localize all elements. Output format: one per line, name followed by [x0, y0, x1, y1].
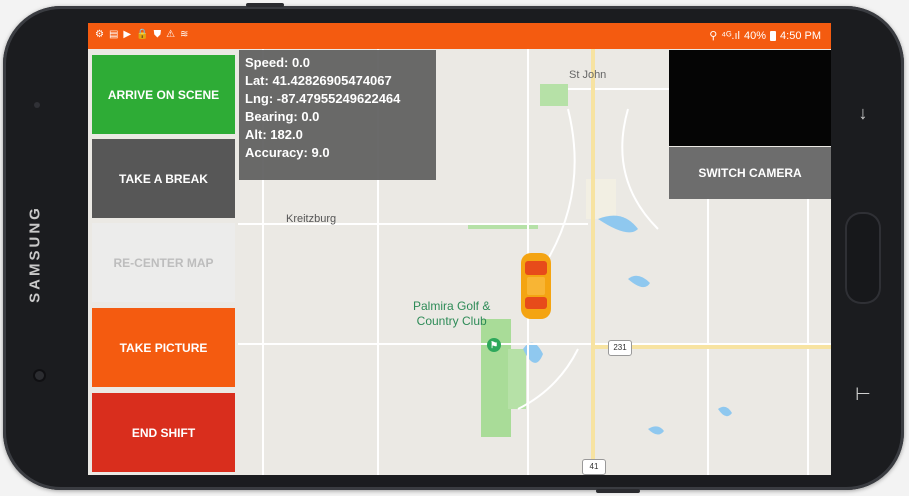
google-logo: Google	[246, 473, 298, 475]
notification-icons: ⚙ ▤ ▶ 🔒 ⛊ ⚠ ≋	[95, 29, 188, 41]
battery-icon	[770, 30, 777, 41]
take-picture-button[interactable]: TAKE PICTURE	[92, 308, 235, 387]
notification-icon: ⚙	[95, 29, 104, 40]
route-shield-41: 41	[582, 459, 606, 475]
map-label-st-john: St John	[569, 69, 607, 81]
clock: 4:50 PM	[780, 29, 821, 42]
lock-icon: 🔒	[136, 29, 149, 40]
front-sensor	[34, 102, 40, 108]
latitude-readout: Lat: 41.42826905474067	[245, 73, 392, 88]
location-icon: ⚲	[709, 30, 718, 42]
accuracy-readout: Accuracy: 9.0	[245, 145, 330, 160]
camera-preview	[669, 50, 831, 146]
end-shift-button[interactable]: END SHIFT	[92, 393, 235, 472]
bearing-readout: Bearing: 0.0	[245, 109, 320, 124]
re-center-map-button[interactable]: RE-CENTER MAP	[92, 223, 235, 302]
switch-camera-button[interactable]: SWITCH CAMERA	[669, 147, 831, 199]
brand-logo: SAMSUNG	[26, 205, 44, 303]
golf-pin-icon[interactable]: ⚑	[487, 338, 501, 352]
arrive-on-scene-button[interactable]: ARRIVE ON SCENE	[92, 55, 235, 134]
map-label-kreitzburg: Kreitzburg	[286, 213, 337, 225]
golf-label-line1: Palmira Golf &	[413, 299, 491, 313]
longitude-readout: Lng: -87.47955249622464	[245, 91, 401, 106]
signal-icon: ⁴ᴳ.ıl	[721, 29, 740, 42]
back-arrow-icon[interactable]: ↓	[849, 103, 877, 124]
warning-icon: ⚠	[166, 29, 176, 40]
front-camera	[35, 371, 44, 380]
speed-readout: Speed: 0.0	[245, 55, 311, 70]
battery-level: 40%	[744, 29, 767, 42]
route-shield-231: 231	[608, 340, 632, 356]
system-status: ⚲ ⁴ᴳ.ıl 40% 4:50 PM	[709, 29, 821, 43]
status-bar: ⚙ ▤ ▶ 🔒 ⛊ ⚠ ≋ ⚲ ⁴ᴳ.ıl 40% 4:50 PM	[88, 23, 831, 49]
shield-icon: ⛊	[153, 29, 162, 40]
golf-label-line2: Country Club	[416, 314, 487, 328]
golf-course-park	[481, 319, 511, 437]
vehicle-marker	[521, 253, 551, 319]
altitude-readout: Alt: 182.0	[245, 127, 303, 142]
wifi-icon: ≋	[180, 29, 189, 40]
recent-apps-icon[interactable]: ⊢	[849, 384, 877, 405]
volume-key[interactable]	[596, 489, 640, 493]
home-button[interactable]	[845, 212, 881, 304]
message-icon: ▤	[108, 29, 119, 40]
map-label-golf-club: Palmira Golf & Country Club	[413, 299, 490, 329]
app-screen: Kreitzburg St John Palmira Golf & Countr…	[88, 23, 831, 475]
take-a-break-button[interactable]: TAKE A BREAK	[92, 139, 235, 218]
play-icon: ▶	[123, 29, 132, 40]
power-key[interactable]	[246, 3, 284, 7]
telemetry-panel: Speed: 0.0 Lat: 41.42826905474067 Lng: -…	[239, 50, 436, 180]
